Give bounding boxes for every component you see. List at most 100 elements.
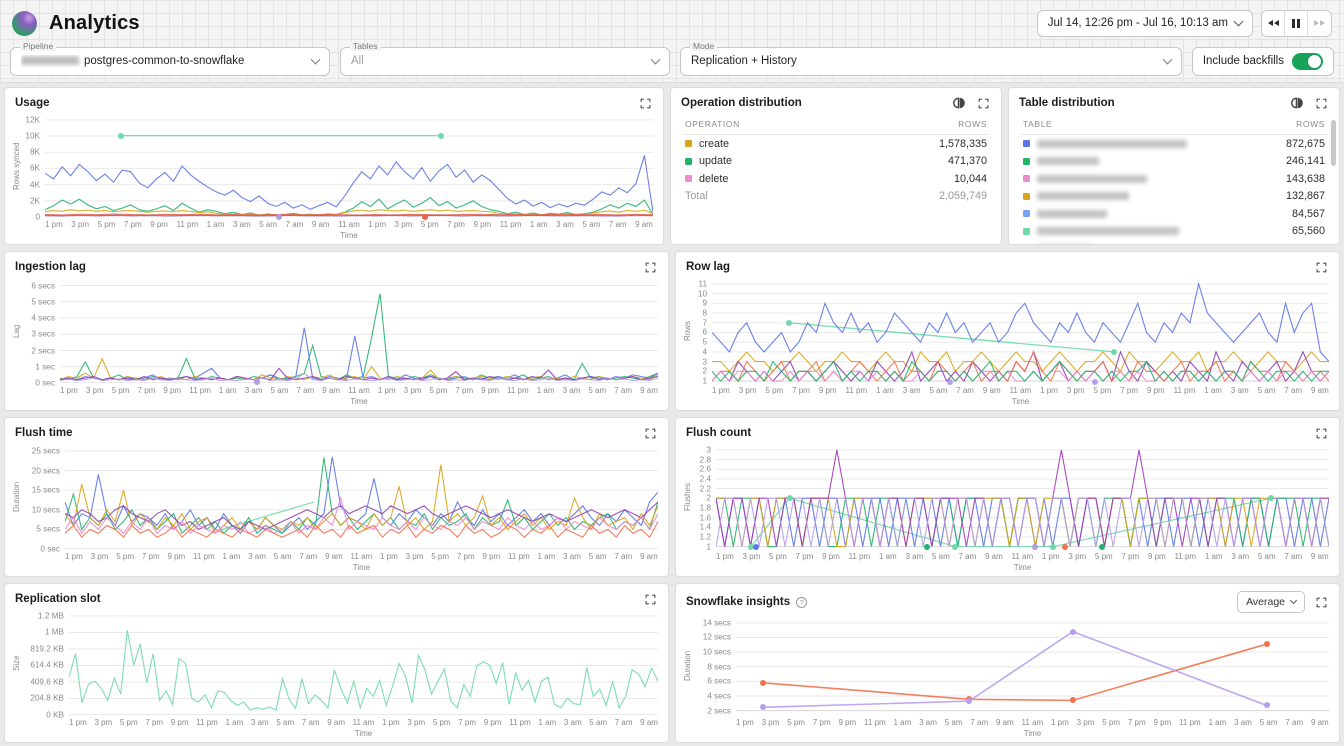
table-name [1023, 140, 1187, 148]
table-name [1023, 210, 1107, 218]
x-tick-label: 1 pm [65, 552, 83, 561]
help-icon[interactable]: ? [796, 597, 807, 608]
y-axis-title: Lag [11, 279, 22, 383]
x-tick-label: 5 am [589, 552, 607, 561]
pie-chart-toggle-icon[interactable] [951, 95, 967, 111]
table-name [1023, 157, 1099, 165]
series-color-swatch [685, 158, 692, 165]
pause-icon [1292, 19, 1295, 28]
expand-icon[interactable] [642, 425, 658, 441]
x-tick-label: 3 am [233, 220, 251, 229]
chart-plot [736, 617, 1329, 715]
card-title: Ingestion lag [15, 261, 86, 273]
include-backfills-toggle[interactable] [1292, 53, 1323, 70]
pause-button[interactable] [1285, 11, 1308, 36]
pipeline-select[interactable]: Pipeline postgres-common-to-snowflake [10, 47, 330, 76]
x-tick-label: 1 pm [368, 220, 386, 229]
x-tick-label: 11 am [351, 552, 373, 561]
x-tick-label: 5 pm [98, 220, 116, 229]
table-row: update471,370 [683, 153, 989, 171]
x-tick-label: 9 am [640, 552, 658, 561]
y-tick-label: 8K [30, 148, 40, 157]
operation-name: create [699, 138, 729, 150]
x-tick-label: 1 am [219, 386, 237, 395]
mode-value: Replication + History [691, 55, 797, 67]
y-tick-label: 204.8 KB [30, 694, 64, 703]
card-title: Row lag [686, 261, 730, 273]
x-tick-label: 3 am [563, 552, 581, 561]
y-tick-label: 14 secs [703, 618, 731, 627]
scrollbar[interactable] [1331, 120, 1336, 166]
expand-icon[interactable] [975, 95, 991, 111]
x-tick-label: 5 am [589, 718, 607, 727]
x-axis-labels: 1 pm3 pm5 pm7 pm9 pm11 pm1 am3 am5 am7 a… [716, 549, 1329, 561]
x-tick-label: 9 am [996, 718, 1014, 727]
x-tick-label: 7 pm [142, 552, 160, 561]
metric-selector[interactable]: Average [1237, 591, 1305, 613]
x-tick-label: 7 pm [1121, 552, 1139, 561]
chart-plot [716, 445, 1329, 549]
x-axis-labels: 1 pm3 pm5 pm7 pm9 pm11 pm1 am3 am5 am7 a… [736, 715, 1329, 727]
table-distribution-card: Table distribution TABLE ROWS 872,675246… [1008, 87, 1340, 245]
x-tick-label: 5 pm [1094, 386, 1112, 395]
y-tick-label: 0 sec [40, 545, 60, 554]
x-tick-label: 9 am [325, 552, 343, 561]
rows-value: 84,567 [1292, 208, 1325, 220]
x-tick-label: 7 am [286, 220, 304, 229]
x-tick-label: 7 am [614, 386, 632, 395]
x-tick-label: 3 pm [71, 220, 89, 229]
dashboard-grid: Usage Rows synced02K4K6K8K10K12K1 pm3 pm… [0, 83, 1344, 746]
expand-icon[interactable] [1313, 425, 1329, 441]
card-title: Replication slot [15, 593, 101, 605]
redacted-table-name [1037, 175, 1147, 183]
y-tick-label: 6 secs [31, 281, 55, 290]
expand-icon[interactable] [642, 259, 658, 275]
pie-chart-toggle-icon[interactable] [1289, 95, 1305, 111]
series-color-swatch [685, 140, 692, 147]
expand-icon[interactable] [642, 591, 658, 607]
x-tick-label: 7 pm [1128, 718, 1146, 727]
x-tick-label: 9 am [322, 386, 340, 395]
usage-chart: Rows synced02K4K6K8K10K12K1 pm3 pm5 pm7 … [5, 113, 663, 244]
expand-icon[interactable] [1313, 594, 1329, 610]
x-tick-label: 5 am [1260, 718, 1278, 727]
rows-value: 471,370 [948, 155, 987, 167]
y-tick-label: 1 sec [35, 362, 55, 371]
x-tick-label: 7 am [1284, 386, 1302, 395]
expand-icon[interactable] [637, 95, 653, 111]
fast-forward-button[interactable] [1308, 11, 1331, 36]
tables-select[interactable]: Tables All [340, 47, 670, 76]
mode-select[interactable]: Mode Replication + History [680, 47, 1182, 76]
x-tick-label: 1 am [207, 220, 225, 229]
x-tick-label: 9 pm [481, 386, 499, 395]
x-tick-label: 5 am [1258, 552, 1276, 561]
x-tick-label: 9 pm [163, 386, 181, 395]
x-tick-label: 5 am [276, 718, 294, 727]
y-tick-label: 8 secs [707, 662, 731, 671]
x-tick-label: 1 pm [712, 386, 730, 395]
y-tick-label: 1.8 [700, 503, 711, 512]
data-point-dot [438, 133, 444, 139]
y-tick-label: 1.6 [700, 513, 711, 522]
date-range-picker[interactable]: Jul 14, 12:26 pm - Jul 16, 10:13 am [1037, 10, 1253, 37]
x-tick-label: 3 pm [91, 552, 109, 561]
rows-value: 872,675 [1286, 138, 1325, 150]
y-tick-label: 6 secs [707, 677, 731, 686]
y-tick-label: 2.4 [700, 474, 711, 483]
x-tick-label: 7 am [614, 552, 632, 561]
x-tick-label: 7 pm [458, 718, 476, 727]
y-tick-label: 2.2 [700, 484, 711, 493]
rewind-button[interactable] [1262, 11, 1285, 36]
expand-icon[interactable] [1313, 95, 1329, 111]
total-label: Total [685, 190, 708, 202]
expand-icon[interactable] [1313, 259, 1329, 275]
x-tick-label: 9 pm [822, 552, 840, 561]
chart-plot [712, 279, 1329, 383]
x-tick-label: 11 pm [846, 386, 868, 395]
y-tick-label: 4 [702, 347, 707, 356]
x-tick-label: 1 pm [382, 718, 400, 727]
y-tick-label: 8 [702, 309, 707, 318]
y-tick-label: 1 MB [45, 628, 64, 637]
x-tick-label: 11 am [1012, 552, 1034, 561]
table-row: 246,141 [1021, 153, 1327, 171]
